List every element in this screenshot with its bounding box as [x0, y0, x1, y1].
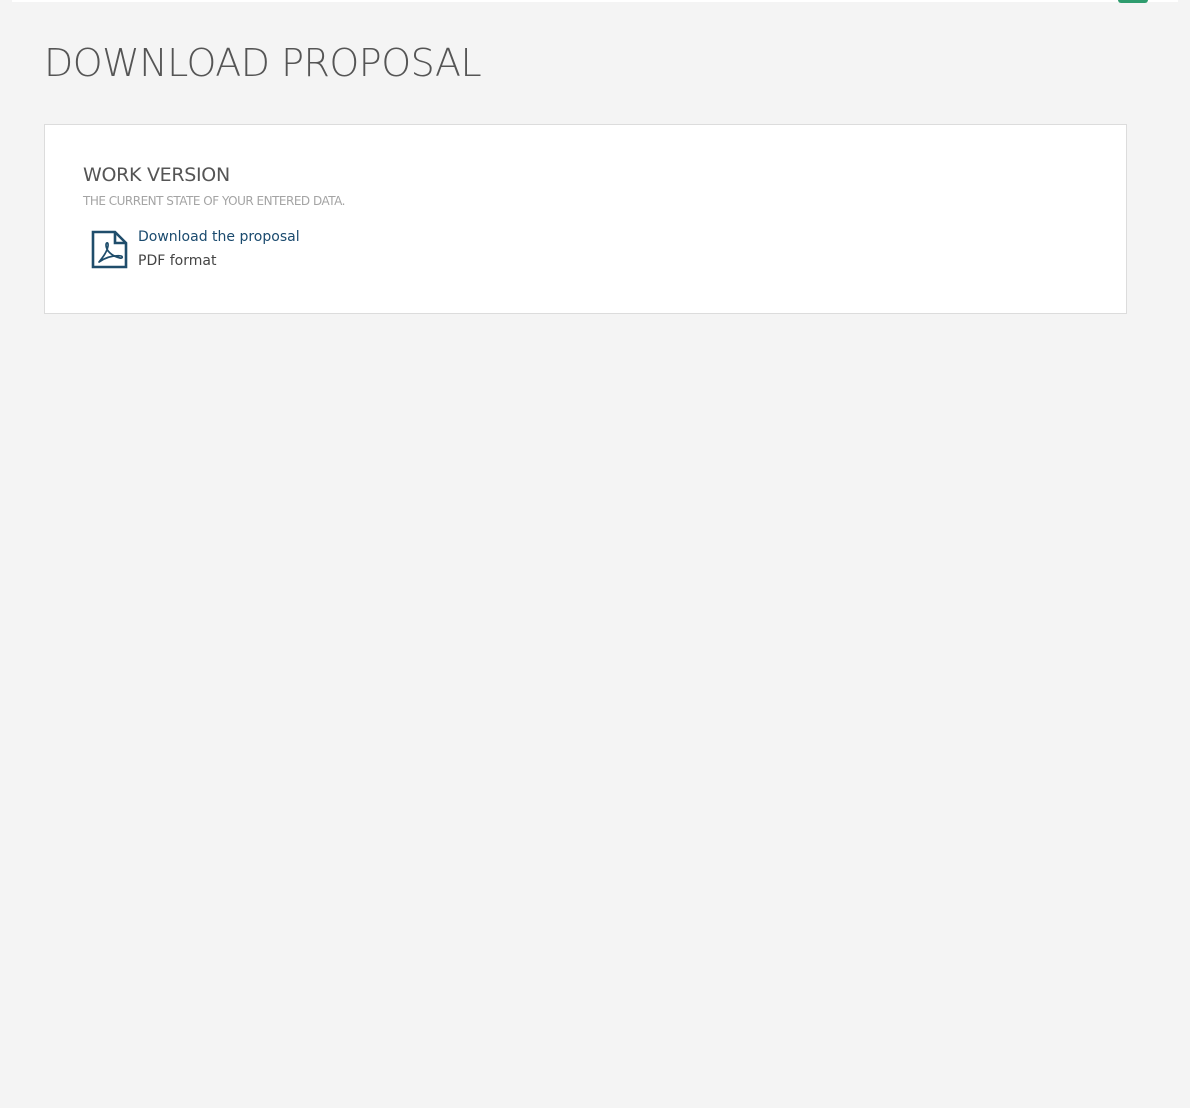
download-format-label: PDF format	[138, 253, 217, 269]
section-title: WORK VERSION	[83, 164, 230, 186]
download-link-label[interactable]: Download the proposal	[138, 227, 300, 247]
top-bar	[12, 0, 1178, 2]
work-version-card: WORK VERSION THE CURRENT STATE OF YOUR E…	[44, 124, 1127, 314]
pdf-file-icon	[91, 229, 129, 271]
page-title: DOWNLOAD PROPOSAL	[44, 41, 482, 85]
section-subtitle: THE CURRENT STATE OF YOUR ENTERED DATA.	[83, 194, 346, 208]
top-accent-tab[interactable]	[1118, 0, 1148, 3]
